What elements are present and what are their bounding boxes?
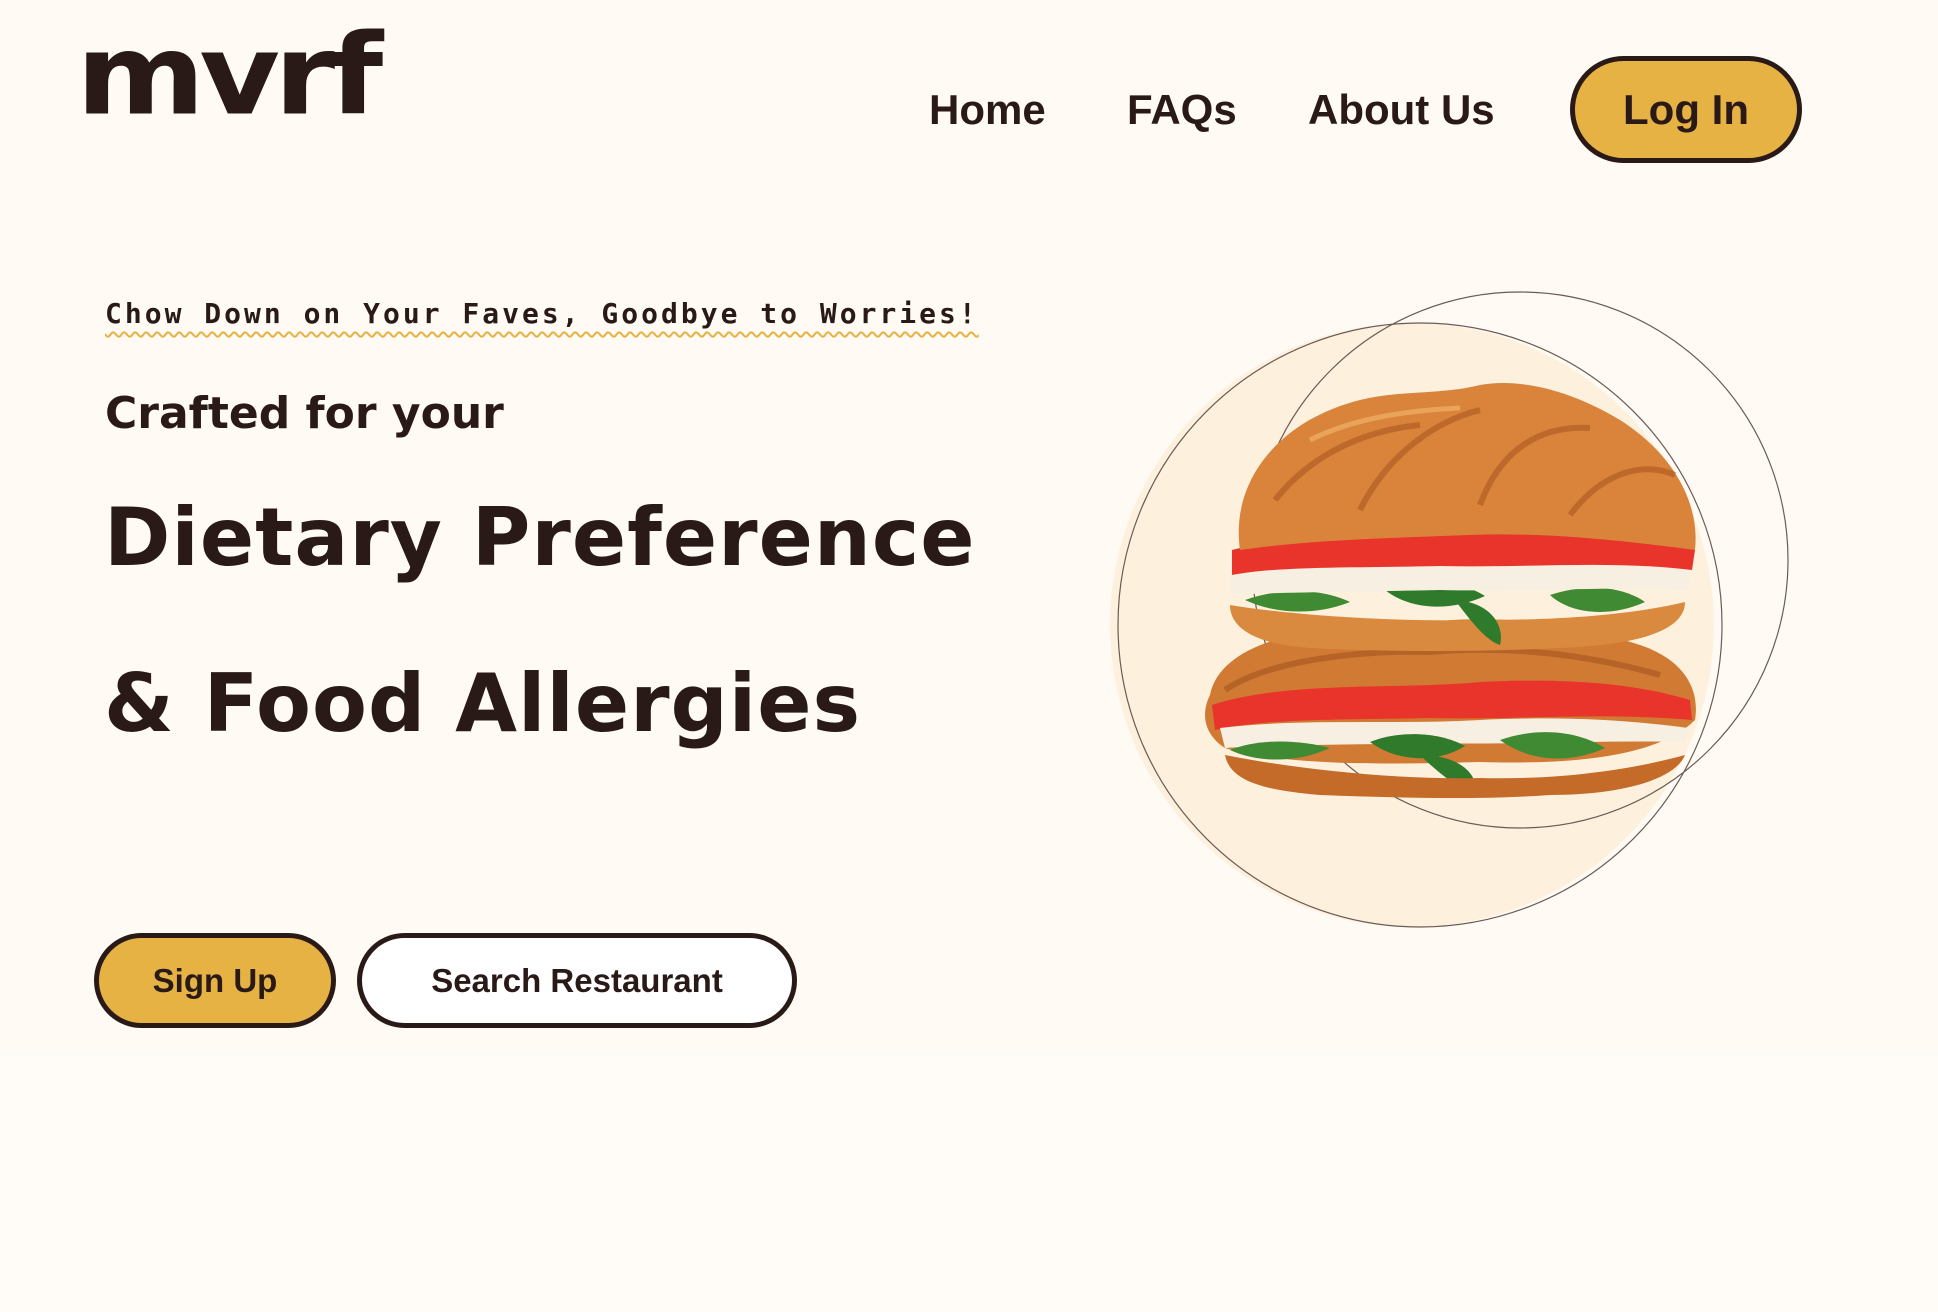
landing-page: mvrf Home FAQs About Us Log In Chow Down… (0, 0, 1938, 1312)
signup-button[interactable]: Sign Up (94, 933, 336, 1028)
search-restaurant-button-label: Search Restaurant (431, 961, 723, 999)
search-restaurant-button[interactable]: Search Restaurant (357, 933, 797, 1028)
lower-section (0, 1050, 1938, 1312)
croissant-sandwich-image (1110, 291, 1789, 928)
signup-button-label: Sign Up (152, 961, 278, 999)
login-button[interactable]: Log In (1570, 56, 1802, 163)
nav-faqs-link[interactable]: FAQs (1127, 82, 1237, 138)
hero-subtitle: Crafted for your (105, 388, 504, 439)
nav-about-link[interactable]: About Us (1308, 82, 1495, 138)
logo[interactable]: mvrf (76, 20, 383, 132)
hero-headline-line2: & Food Allergies (104, 657, 862, 750)
login-button-label: Log In (1623, 85, 1749, 133)
hero-headline-line1: Dietary Preference (104, 491, 976, 584)
hero-tagline: Chow Down on Your Faves, Goodbye to Worr… (105, 297, 979, 330)
nav-home-link[interactable]: Home (929, 82, 1046, 138)
